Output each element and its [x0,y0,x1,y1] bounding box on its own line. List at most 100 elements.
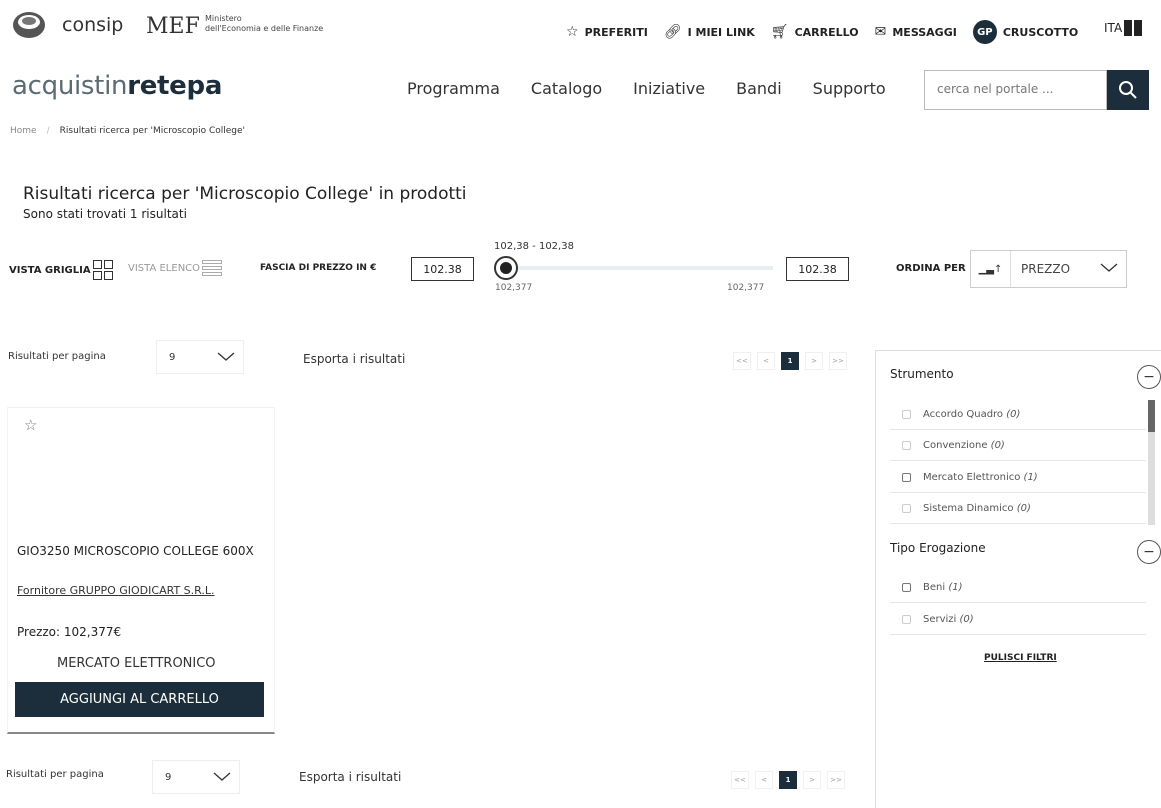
prev-page-button[interactable]: < [755,771,773,789]
results-per-page-label: Risultati per pagina [6,769,104,780]
language-label: ITA [1104,21,1123,35]
mef-line-1: Ministero [205,14,242,23]
nav-iniziative[interactable]: Iniziative [633,79,705,98]
filter-option[interactable]: Servizi (0) [890,604,1146,635]
price-max-input[interactable]: 102.38 [786,257,849,281]
sort-ascending-icon[interactable]: ▁▃↑ [971,251,1011,287]
filter-option-label: Sistema Dinamico (0) [923,503,1031,514]
collapse-tipo-button[interactable]: − [1137,540,1161,564]
first-page-button[interactable]: << [731,771,749,789]
favorite-star-icon[interactable]: ☆ [24,416,37,434]
export-results-link[interactable]: Esporta i risultati [303,352,405,366]
mef-logo[interactable]: MEF [146,14,200,39]
top-links: ☆ PREFERITI 🔗︎ I MIEI LINK 🛒︎ CARRELLO ✉… [566,20,1094,44]
results-per-page-select[interactable]: 9 [156,340,244,374]
breadcrumb-current: Risultati ricerca per 'Microscopio Colle… [59,126,246,136]
prev-page-button[interactable]: < [757,352,775,370]
last-page-button[interactable]: >> [827,771,845,789]
sort-select[interactable]: ▁▃↑ PREZZO [970,250,1127,288]
strumento-title: Strumento [890,367,954,381]
carrello-link[interactable]: 🛒︎ CARRELLO [771,24,859,40]
nav-programma[interactable]: Programma [407,79,500,98]
results-per-page-select[interactable]: 9 [152,760,240,794]
price-slider-track[interactable] [508,266,773,270]
nav-supporto[interactable]: Supporto [813,79,886,98]
consip-logo-icon[interactable] [12,10,46,40]
preferiti-label: PREFERITI [584,25,648,39]
price-range-label: FASCIA DI PREZZO IN € [260,263,377,273]
price-slider-min-label: 102,377 [495,283,533,293]
checkbox[interactable] [902,472,911,482]
price-min-input[interactable]: 102.38 [411,257,474,281]
filter-name: Convenzione [923,439,988,451]
clear-filters-link[interactable]: PULISCI FILTRI [984,653,1057,663]
filter-name: Sistema Dinamico [923,502,1014,514]
flag-icon [1134,20,1143,36]
miei-link-link[interactable]: 🔗︎ I MIEI LINK [664,24,755,40]
filter-option[interactable]: Mercato Elettronico (1) [890,462,1146,493]
next-page-button[interactable]: > [805,352,823,370]
filter-count: (0) [1006,408,1021,420]
link-icon: 🔗︎ [663,24,682,40]
filter-option-label: Mercato Elettronico (1) [923,472,1038,483]
miei-link-label: I MIEI LINK [687,25,755,39]
breadcrumb-home[interactable]: Home [10,126,37,136]
brand-part-1: acquistin [12,71,128,101]
list-view-label: VISTA ELENCO [128,262,201,274]
strumento-scrollbar[interactable] [1148,400,1155,525]
grid-view-toggle[interactable]: VISTA GRIGLIA [9,260,113,280]
messaggi-link[interactable]: ✉ MESSAGGI [875,24,957,40]
consip-name[interactable]: consip [62,14,123,36]
last-page-button[interactable]: >> [829,352,847,370]
cruscotto-label: CRUSCOTTO [1002,25,1079,39]
mail-icon: ✉ [874,24,887,40]
breadcrumb: Home / Risultati ricerca per 'Microscopio … [10,126,245,136]
filter-count: (0) [990,439,1005,451]
search-icon [1119,81,1137,99]
filter-option[interactable]: Convenzione (0) [890,430,1146,461]
search-button[interactable] [1107,70,1149,110]
page-1-button[interactable]: 1 [781,352,799,370]
preferiti-link[interactable]: ☆ PREFERITI [566,24,648,40]
filter-option[interactable]: Beni (1) [890,572,1146,603]
next-page-button[interactable]: > [803,771,821,789]
sort-value: PREZZO [1021,262,1071,276]
checkbox[interactable] [902,440,911,450]
cruscotto-link[interactable]: GP CRUSCOTTO [972,20,1079,44]
tipo-erogazione-title: Tipo Erogazione [890,541,986,555]
cart-icon: 🛒︎ [770,24,789,40]
first-page-button[interactable]: << [733,352,751,370]
checkbox[interactable] [902,409,911,419]
flag-icon [1124,20,1133,36]
results-per-page-label: Risultati per pagina [8,351,106,362]
filter-option[interactable]: Accordo Quadro (0) [890,399,1146,430]
search-input[interactable]: cerca nel portale ... [924,70,1107,110]
messaggi-label: MESSAGGI [892,25,957,39]
language-selector[interactable]: ITA [1104,20,1143,36]
export-results-link[interactable]: Esporta i risultati [299,770,401,784]
checkbox[interactable] [902,503,911,513]
carrello-label: CARRELLO [794,25,859,39]
grid-icon [92,260,113,280]
mef-subtitle: Ministero dell'Economia e delle Finanze [205,14,355,34]
collapse-strumento-button[interactable]: − [1137,365,1161,389]
mef-line-2: dell'Economia e delle Finanze [205,24,324,33]
pagination-bottom: << < 1 > >> [731,771,845,789]
product-title[interactable]: GIO3250 MICROSCOPIO COLLEGE 600X [17,542,257,560]
nav-bandi[interactable]: Bandi [736,79,782,98]
nav-catalogo[interactable]: Catalogo [531,79,602,98]
checkbox[interactable] [902,614,911,624]
add-to-cart-button[interactable]: AGGIUNGI AL CARRELLO [15,682,264,717]
product-supplier-link[interactable]: Fornitore GRUPPO GIODICART S.R.L. [17,584,215,597]
results-per-page-value: 9 [169,351,176,363]
main-nav: Programma Catalogo Iniziative Bandi Supp… [407,79,886,98]
price-slider-max-label: 102,377 [727,283,765,293]
results-count: Sono stati trovati 1 risultati [23,207,187,221]
page-1-button[interactable]: 1 [779,771,797,789]
filter-option[interactable]: Sistema Dinamico (0) [890,493,1146,524]
price-slider-handle[interactable] [494,256,518,280]
filter-count: (1) [948,581,963,593]
brand-logo[interactable]: acquistinretepa [12,71,222,101]
list-view-toggle[interactable]: VISTA ELENCO [128,260,223,276]
checkbox[interactable] [902,582,911,592]
